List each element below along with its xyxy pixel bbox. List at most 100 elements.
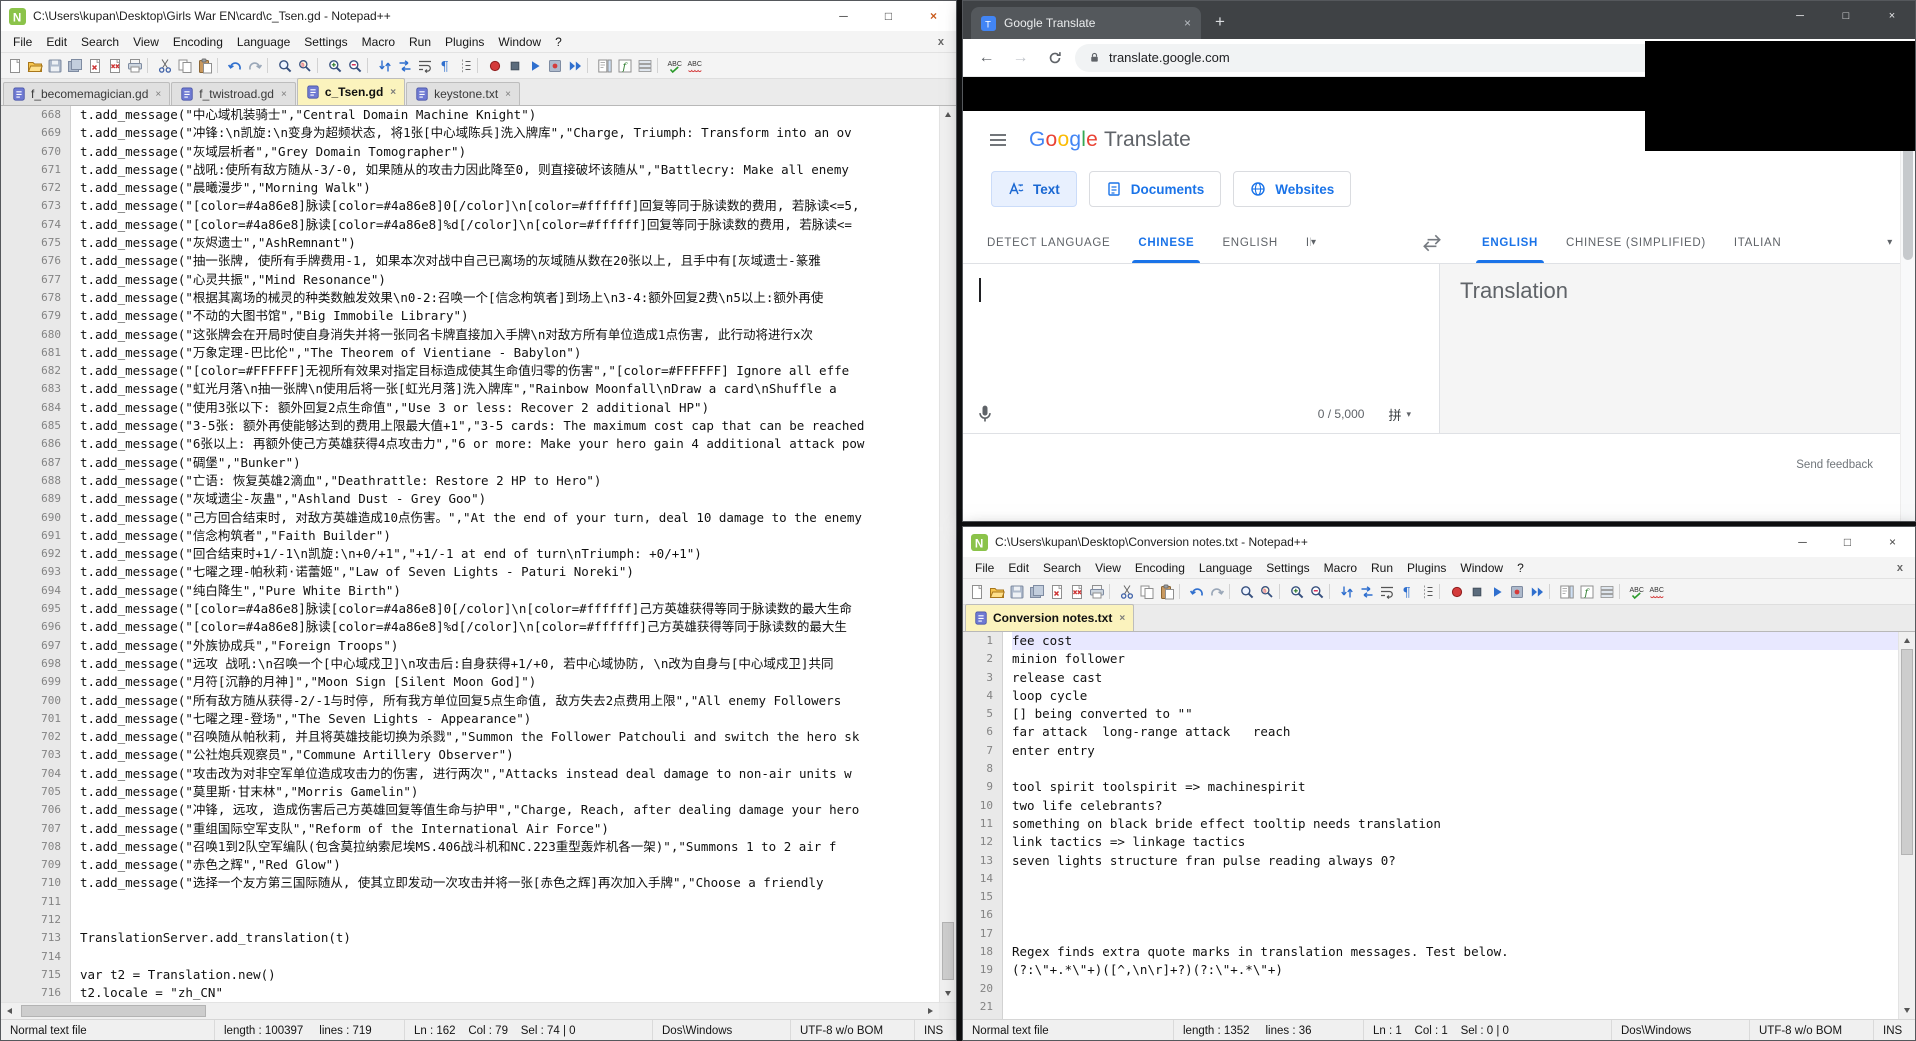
menu-item-plugins[interactable]: Plugins [1400,557,1453,578]
toolbar-paste-icon[interactable] [1157,582,1177,602]
code-line[interactable]: t.add_message("纯白降生","Pure White Birth") [80,582,939,600]
menu-item-run[interactable]: Run [402,31,438,52]
vertical-scrollbar-thumb[interactable] [1901,649,1913,855]
code-line[interactable] [1012,888,1898,906]
code-line[interactable] [1012,980,1898,998]
menu-item-search[interactable]: Search [74,31,126,52]
menu-item-edit[interactable]: Edit [39,31,74,52]
menu-item-help[interactable]: ? [1510,557,1531,578]
more-target-languages-icon[interactable]: ▾ [1887,222,1893,263]
toolbar-doc-list-icon[interactable] [1597,582,1617,602]
code-line[interactable]: t.add_message("远攻 战吼:\n召唤一个[中心域戍卫]\n攻击后:… [80,655,939,673]
menu-item-window[interactable]: Window [1453,557,1510,578]
tab-keystone-txt[interactable]: keystone.txt × [406,82,520,105]
code-line[interactable]: t.add_message("虹光月落\n抽一张牌\n使用后将一张[虹光月落]洗… [80,380,939,398]
code-line[interactable] [1012,760,1898,778]
status-eol[interactable]: Dos\Windows [652,1020,790,1040]
code-line[interactable]: link tactics => linkage tactics [1012,833,1898,851]
toolbar-run-macro-icon[interactable] [565,56,585,76]
code-line[interactable]: t.add_message("[color=#FFFFFF]无视所有效果对指定目… [80,362,939,380]
toolbar-stop-macro-icon[interactable] [505,56,525,76]
toolbar-show-all-chars-icon[interactable]: ¶ [1397,582,1417,602]
menu-item-settings[interactable]: Settings [1259,557,1316,578]
toolbar-save-all-icon[interactable] [1027,582,1047,602]
menu-item-view[interactable]: View [1088,557,1128,578]
code-line[interactable]: t.add_message("6张以上: 再额外使己方英雄获得4点攻击力","6… [80,435,939,453]
toolbar-word-wrap-icon[interactable] [1377,582,1397,602]
status-insert-mode[interactable]: INS [1873,1020,1915,1040]
toolbar-word-wrap-icon[interactable] [415,56,435,76]
menubar-close-icon[interactable]: x [926,36,956,48]
code-line[interactable]: t.add_message("战吼:使所有敌方随从-3/-0, 如果随从的攻击力… [80,161,939,179]
titlebar[interactable]: N C:\Users\kupan\Desktop\Girls War EN\ca… [1,1,956,31]
toolbar-zoom-out-icon[interactable] [345,56,365,76]
address-bar[interactable]: translate.google.com [1075,43,1720,72]
titlebar[interactable]: N C:\Users\kupan\Desktop\Conversion note… [963,527,1915,557]
toolbar-copy-icon[interactable] [175,56,195,76]
toolbar-replace-icon[interactable]: b [1257,582,1277,602]
code-area[interactable]: fee cost minion follower release cast loop … [1003,632,1898,1019]
toolbar-zoom-out-icon[interactable] [1307,582,1327,602]
code-line[interactable]: Regex finds extra quote marks in transla… [1012,943,1898,961]
toolbar-play-macro-icon[interactable] [1487,582,1507,602]
code-line[interactable]: t.add_message("所有敌方随从获得-2/-1与时停, 所有我方单位回… [80,692,939,710]
code-line[interactable]: t.add_message("回合结束时+1/-1\n凯旋:\n+0/+1","… [80,545,939,563]
code-line[interactable]: t.add_message("己方回合结束时, 对敌方英雄造成10点伤害。","… [80,509,939,527]
page-scrollbar[interactable] [1900,111,1915,521]
status-eol[interactable]: Dos\Windows [1611,1020,1749,1040]
status-encoding[interactable]: UTF-8 w/o BOM [790,1020,914,1040]
mode-button-documents[interactable]: Documents [1088,171,1222,207]
code-line[interactable]: (?:\"+.*\"+)([^,\n\r]+?)(?:\"+.*\"+) [1012,961,1898,979]
toolbar-indent-guide-icon[interactable] [455,56,475,76]
code-line[interactable]: t.add_message("[color=#4a86e8]脉读[color=#… [80,600,939,618]
menu-item-plugins[interactable]: Plugins [438,31,491,52]
close-button[interactable]: × [1869,1,1915,31]
code-line[interactable]: t.add_message("外族协成兵","Foreign Troops") [80,637,939,655]
code-line[interactable]: t.add_message("根据其离场的械灵的种类数触发效果\n0-2:召唤一… [80,289,939,307]
toolbar-save-icon[interactable] [1007,582,1027,602]
toolbar-spell-check-icon[interactable]: ABC [665,56,685,76]
code-line[interactable]: t.add_message("这张牌会在开局时使自身消失并将一张同名卡牌直接加入… [80,326,939,344]
code-line[interactable]: t.add_message("召唤1到2队空军编队(包含莫拉纳索尼埃MS.406… [80,838,939,856]
code-area[interactable]: t.add_message("中心域机装骑士","Central Domain … [71,106,939,1002]
toolbar-sync-v-icon[interactable] [375,56,395,76]
code-line[interactable]: t2.locale = "zh_CN" [80,984,939,1002]
new-tab-button[interactable]: + [1205,7,1235,37]
toolbar-find-icon[interactable] [275,56,295,76]
code-line[interactable]: t.add_message("晨曦漫步","Morning Walk") [80,179,939,197]
toolbar-doc-map-icon[interactable] [1557,582,1577,602]
toolbar-auto-spell-icon[interactable]: ABC [685,56,705,76]
toolbar-spell-check-icon[interactable]: ABC [1627,582,1647,602]
language-tab-chinese[interactable]: CHINESE [1124,222,1208,263]
code-line[interactable]: t.add_message("七曜之理-帕秋莉·诺蕾姬","Law of Sev… [80,563,939,581]
tab-close-icon[interactable]: × [390,87,396,98]
toolbar-new-file-icon[interactable] [967,582,987,602]
code-line[interactable]: t.add_message("公社炮兵观察员","Commune Artille… [80,746,939,764]
swap-languages-icon[interactable] [1415,222,1449,263]
toolbar-show-all-chars-icon[interactable]: ¶ [435,56,455,76]
code-line[interactable]: t.add_message("中心域机装骑士","Central Domain … [80,106,939,124]
code-line[interactable]: t.add_message("不动的大图书馆","Big Immobile Li… [80,307,939,325]
menu-item-window[interactable]: Window [491,31,548,52]
tab-f-twistroad-gd[interactable]: f_twistroad.gd × [171,82,296,105]
close-button[interactable]: × [911,1,956,31]
menu-item-language[interactable]: Language [230,31,297,52]
toolbar-save-macro-icon[interactable] [545,56,565,76]
toolbar-redo-icon[interactable] [245,56,265,76]
horizontal-scrollbar-thumb[interactable] [21,1005,206,1017]
toolbar-auto-spell-icon[interactable]: ABC [1647,582,1667,602]
toolbar-save-macro-icon[interactable] [1507,582,1527,602]
toolbar-cut-icon[interactable] [155,56,175,76]
code-line[interactable]: t.add_message("心灵共振","Mind Resonance") [80,271,939,289]
language-tab-chinese-simplified[interactable]: CHINESE (SIMPLIFIED) [1552,222,1720,263]
menu-item-help[interactable]: ? [548,31,569,52]
menubar-close-icon[interactable]: x [1885,562,1915,574]
horizontal-scrollbar[interactable] [1,1002,956,1019]
scroll-right-arrow[interactable] [922,1003,939,1019]
code-line[interactable]: far attack long-range attack reach [1012,723,1898,741]
mode-button-text[interactable]: Text [991,171,1077,207]
vertical-scrollbar[interactable] [1898,632,1915,1019]
toolbar-zoom-in-icon[interactable] [1287,582,1307,602]
code-line[interactable]: t.add_message("赤色之辉","Red Glow") [80,856,939,874]
menu-item-file[interactable]: File [6,31,39,52]
